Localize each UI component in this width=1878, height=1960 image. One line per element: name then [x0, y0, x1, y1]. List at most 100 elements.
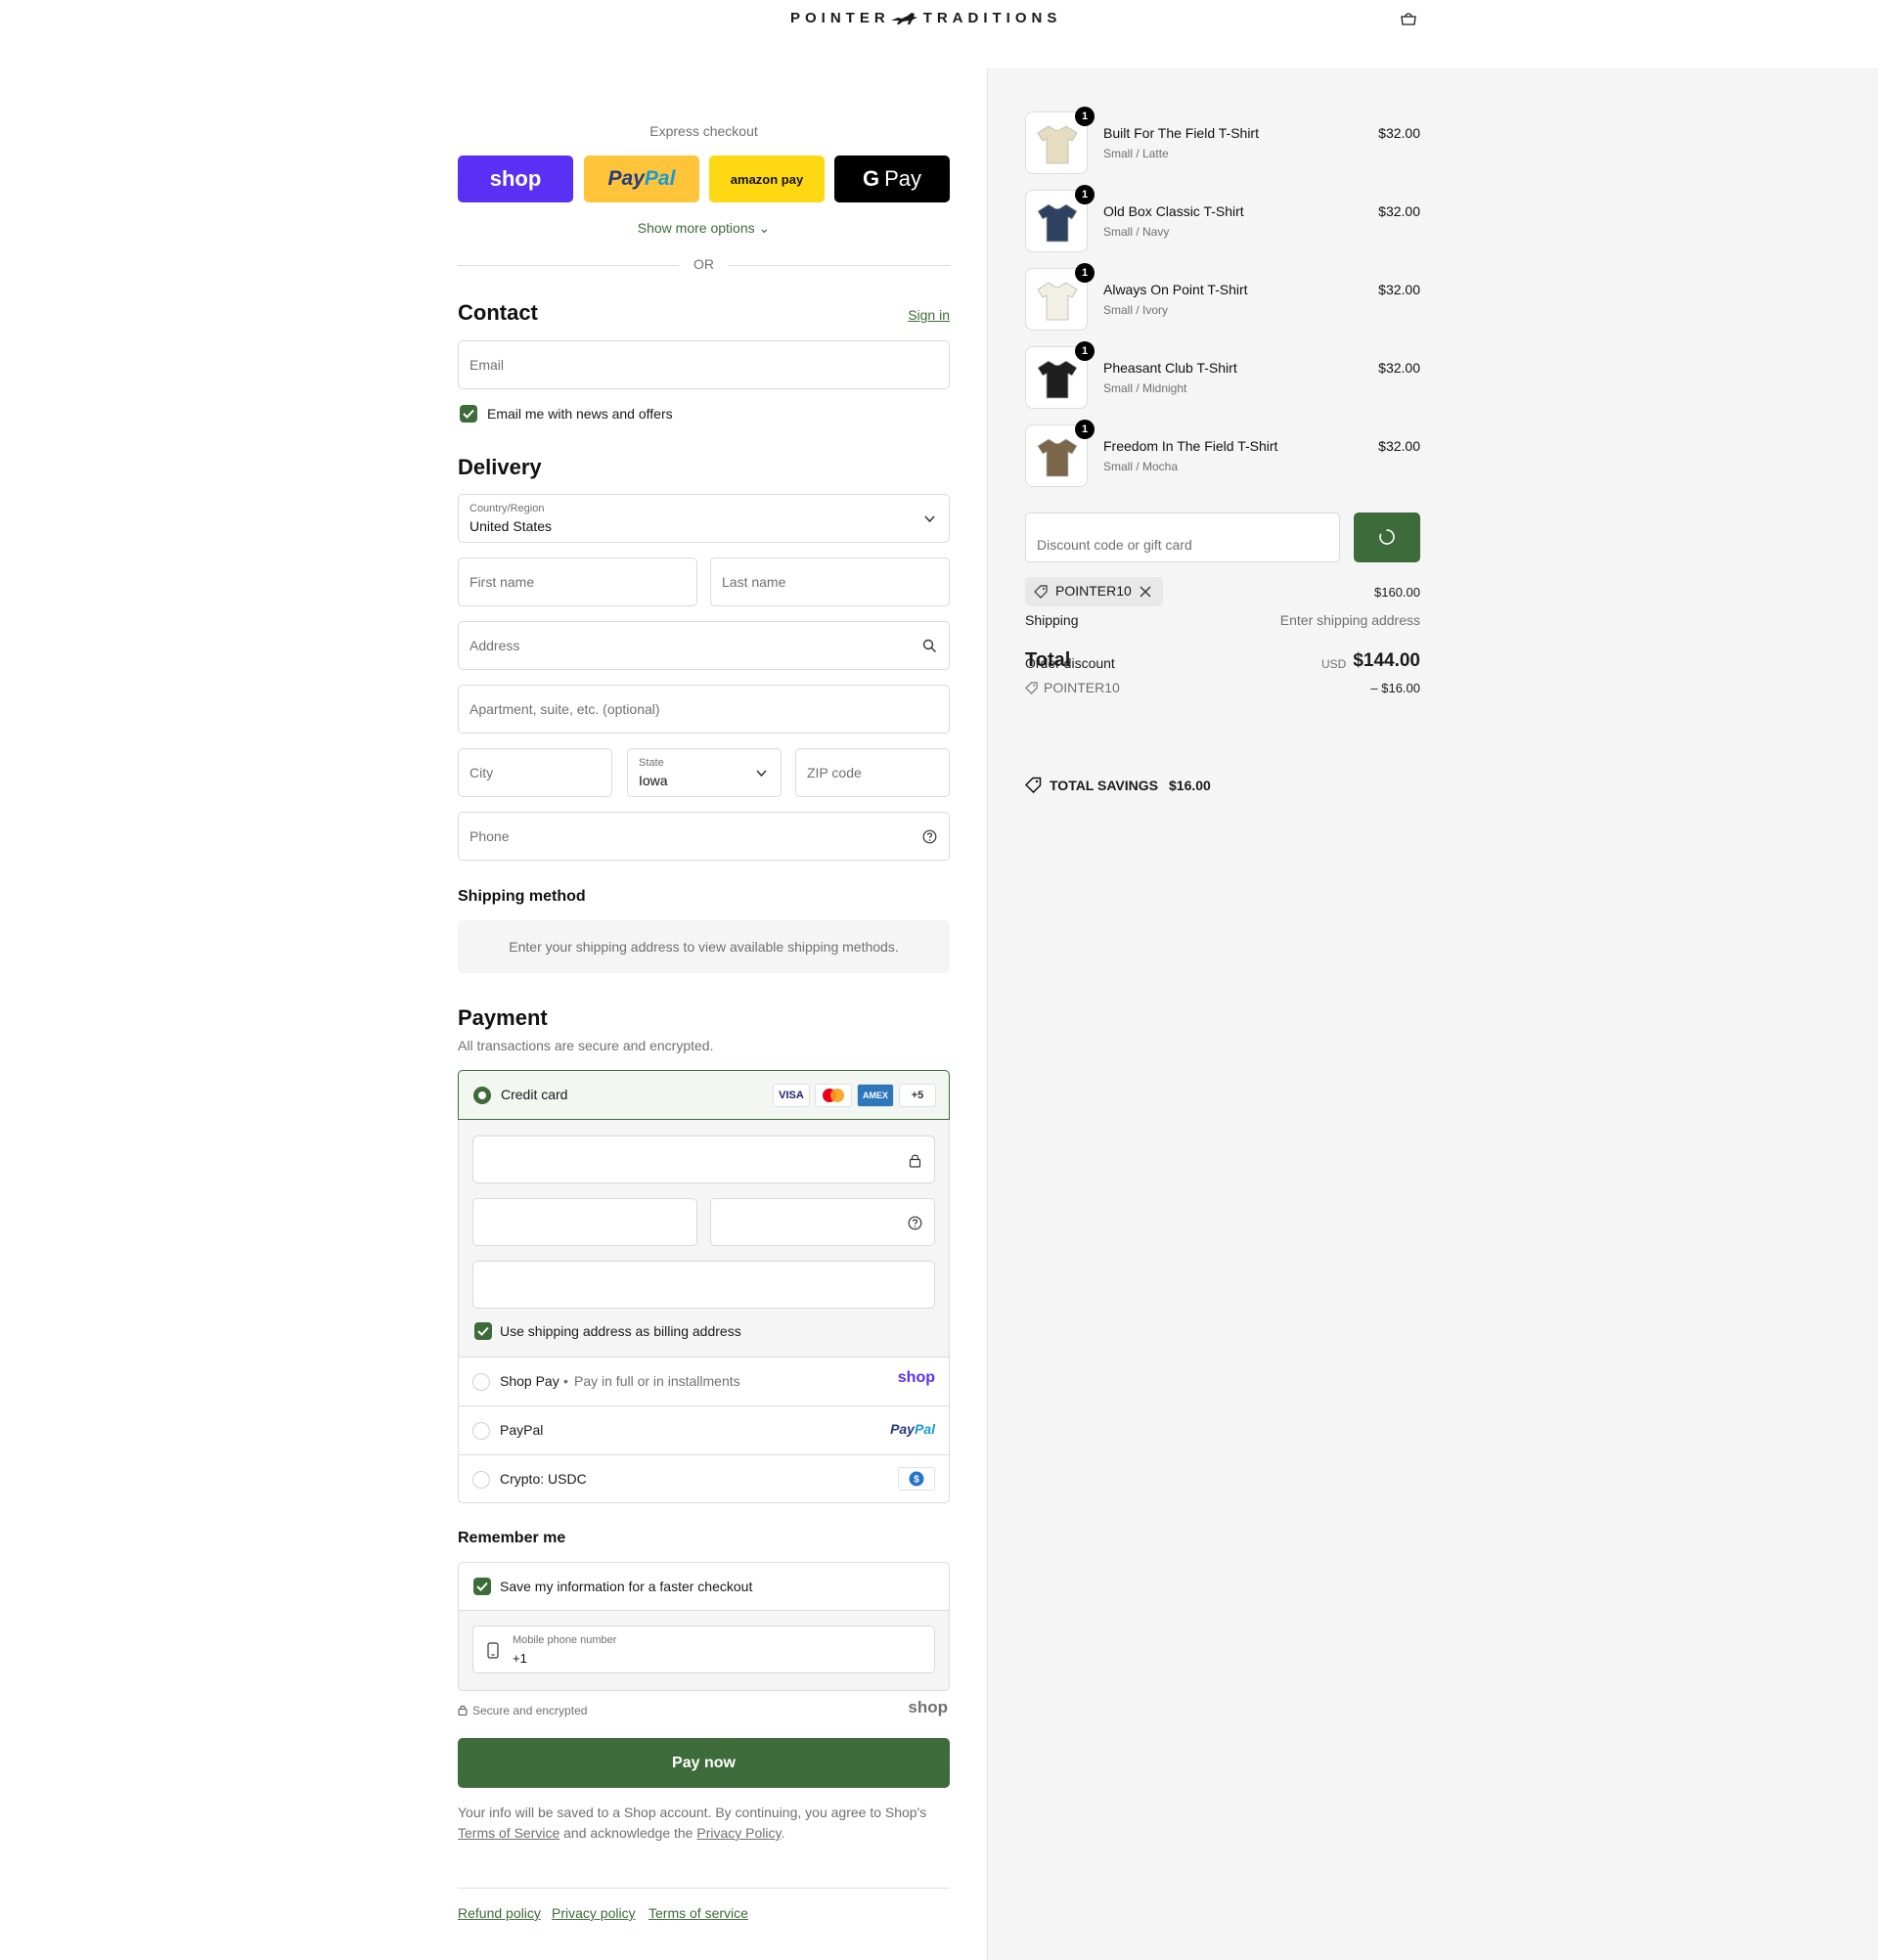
order-discount-label: Order discount [1025, 655, 1115, 671]
tshirt-icon [1037, 203, 1078, 243]
subtotal-value: $160.00 [1374, 585, 1420, 600]
discount-code-label: POINTER10 [1044, 680, 1120, 695]
tshirt-icon [1037, 282, 1078, 321]
cart-item: 1 Old Box Classic T-Shirt Small / Navy $… [1025, 185, 1420, 258]
remember-me-title: Remember me [458, 1530, 566, 1546]
bag-icon[interactable] [1399, 11, 1418, 26]
paypal-button[interactable]: Pay Pal [584, 156, 699, 202]
security-code-field[interactable] [710, 1198, 935, 1246]
discount-amount: – $16.00 [1370, 681, 1420, 695]
shop-pay-button[interactable]: shop [458, 156, 573, 202]
city-field[interactable]: City [458, 748, 612, 797]
total-savings-label: TOTAL SAVINGS [1050, 778, 1158, 793]
payment-subtitle: All transactions are secure and encrypte… [458, 1038, 714, 1053]
product-thumbnail: 1 [1025, 420, 1095, 487]
shipping-label: Shipping [1025, 612, 1079, 628]
cart-item: 1 Built For The Field T-Shirt Small / La… [1025, 107, 1420, 180]
last-name-field[interactable]: Last name [710, 557, 950, 606]
payment-title: Payment [458, 1005, 548, 1030]
close-icon[interactable] [1140, 586, 1151, 598]
apply-discount-button[interactable] [1354, 512, 1420, 562]
secure-encrypted-text: Secure and encrypted [472, 1704, 588, 1717]
applied-discount-tag: POINTER10 [1025, 577, 1163, 606]
state-select[interactable]: State Iowa [627, 748, 782, 797]
search-icon [922, 639, 936, 652]
address-field[interactable]: Address [458, 621, 950, 670]
loading-spinner-icon [1379, 529, 1395, 545]
save-info-checkbox[interactable] [473, 1578, 491, 1595]
tag-icon [1034, 585, 1048, 599]
visa-icon: VISA [773, 1084, 810, 1107]
credit-card-radio[interactable] [473, 1087, 491, 1104]
lock-icon [458, 1705, 468, 1715]
brand-logo[interactable]: POINTER TRADITIONS [790, 10, 1061, 26]
zip-field[interactable]: ZIP code [795, 748, 950, 797]
save-info-row[interactable]: Save my information for a faster checkou… [459, 1563, 949, 1611]
pointer-dog-icon [890, 12, 917, 24]
card-number-field[interactable] [472, 1136, 935, 1183]
expiration-date-field[interactable] [472, 1198, 697, 1246]
shop-logo: shop [908, 1698, 948, 1716]
show-more-options[interactable]: Show more options ⌄ [458, 220, 950, 237]
shipping-method-title: Shipping method [458, 888, 586, 905]
header: POINTER TRADITIONS [0, 0, 1878, 37]
billing-same-checkbox[interactable] [474, 1322, 492, 1340]
tshirt-icon [1037, 125, 1078, 164]
footer-divider [458, 1888, 950, 1889]
help-circle-icon[interactable] [908, 1216, 922, 1230]
first-name-field[interactable]: First name [458, 557, 697, 606]
shipping-value: Enter shipping address [1279, 612, 1420, 628]
delivery-title: Delivery [458, 455, 542, 479]
discount-code-field[interactable]: Discount code or gift card [1025, 512, 1340, 562]
refund-policy-link[interactable]: Refund policy [458, 1905, 541, 1921]
currency-label: USD [1321, 657, 1347, 671]
mobile-phone-field[interactable]: Mobile phone number +1 [472, 1626, 935, 1673]
paypal-option[interactable]: PayPal PayPal [459, 1405, 949, 1454]
billing-same-label: Use shipping address as billing address [500, 1323, 741, 1339]
newsletter-label: Email me with news and offers [487, 406, 673, 422]
shop-pay-option[interactable]: Shop Pay • Pay in full or in installment… [459, 1357, 949, 1405]
pay-now-button[interactable]: Pay now [458, 1738, 950, 1788]
svg-text:$: $ [914, 1475, 919, 1486]
total-savings-value: $16.00 [1169, 778, 1211, 793]
google-g-icon: G [862, 166, 880, 191]
country-select[interactable]: Country/Region United States [458, 494, 950, 543]
newsletter-checkbox[interactable] [460, 405, 477, 423]
phone-field[interactable]: Phone [458, 812, 950, 861]
crypto-radio[interactable] [472, 1471, 490, 1489]
legal-text: Your info will be saved to a Shop accoun… [458, 1804, 927, 1841]
total-value: $144.00 [1353, 650, 1420, 671]
apartment-field[interactable]: Apartment, suite, etc. (optional) [458, 685, 950, 734]
amex-icon: AMEX [857, 1084, 894, 1107]
tshirt-icon [1037, 360, 1078, 399]
terms-of-service-link[interactable]: Terms of service [648, 1905, 748, 1921]
shop-pay-radio[interactable] [472, 1373, 490, 1391]
mobile-phone-icon [487, 1642, 499, 1659]
usdc-icon: $ [898, 1467, 935, 1491]
mastercard-icon [815, 1084, 852, 1107]
tshirt-icon [1037, 438, 1078, 477]
privacy-policy-link[interactable]: Privacy policy [552, 1905, 636, 1921]
shop-terms-link[interactable]: Terms of Service [458, 1825, 559, 1841]
shop-privacy-link[interactable]: Privacy Policy [696, 1825, 781, 1841]
shipping-method-notice: Enter your shipping address to view avai… [458, 920, 950, 973]
email-field[interactable]: Email [458, 340, 950, 389]
help-circle-icon[interactable] [922, 829, 937, 844]
sign-in-link[interactable]: Sign in [908, 307, 950, 323]
cart-item: 1 Always On Point T-Shirt Small / Ivory … [1025, 263, 1420, 336]
paypal-logo: PayPal [890, 1421, 935, 1437]
paypal-radio[interactable] [472, 1422, 490, 1440]
cart-item: 1 Pheasant Club T-Shirt Small / Midnight… [1025, 341, 1420, 415]
product-thumbnail: 1 [1025, 107, 1095, 174]
chevron-down-icon [756, 770, 767, 778]
product-thumbnail: 1 [1025, 263, 1095, 331]
google-pay-button[interactable]: G Pay [834, 156, 950, 202]
shop-pay-logo: shop [897, 1369, 935, 1386]
or-divider: OR [458, 256, 950, 274]
cart-item: 1 Freedom In The Field T-Shirt Small / M… [1025, 420, 1420, 493]
name-on-card-field[interactable] [472, 1261, 935, 1309]
crypto-option[interactable]: Crypto: USDC $ [459, 1454, 949, 1502]
amazon-pay-button[interactable]: amazon pay [709, 156, 825, 202]
chevron-down-icon [924, 515, 935, 523]
brand-left: POINTER [790, 10, 890, 26]
